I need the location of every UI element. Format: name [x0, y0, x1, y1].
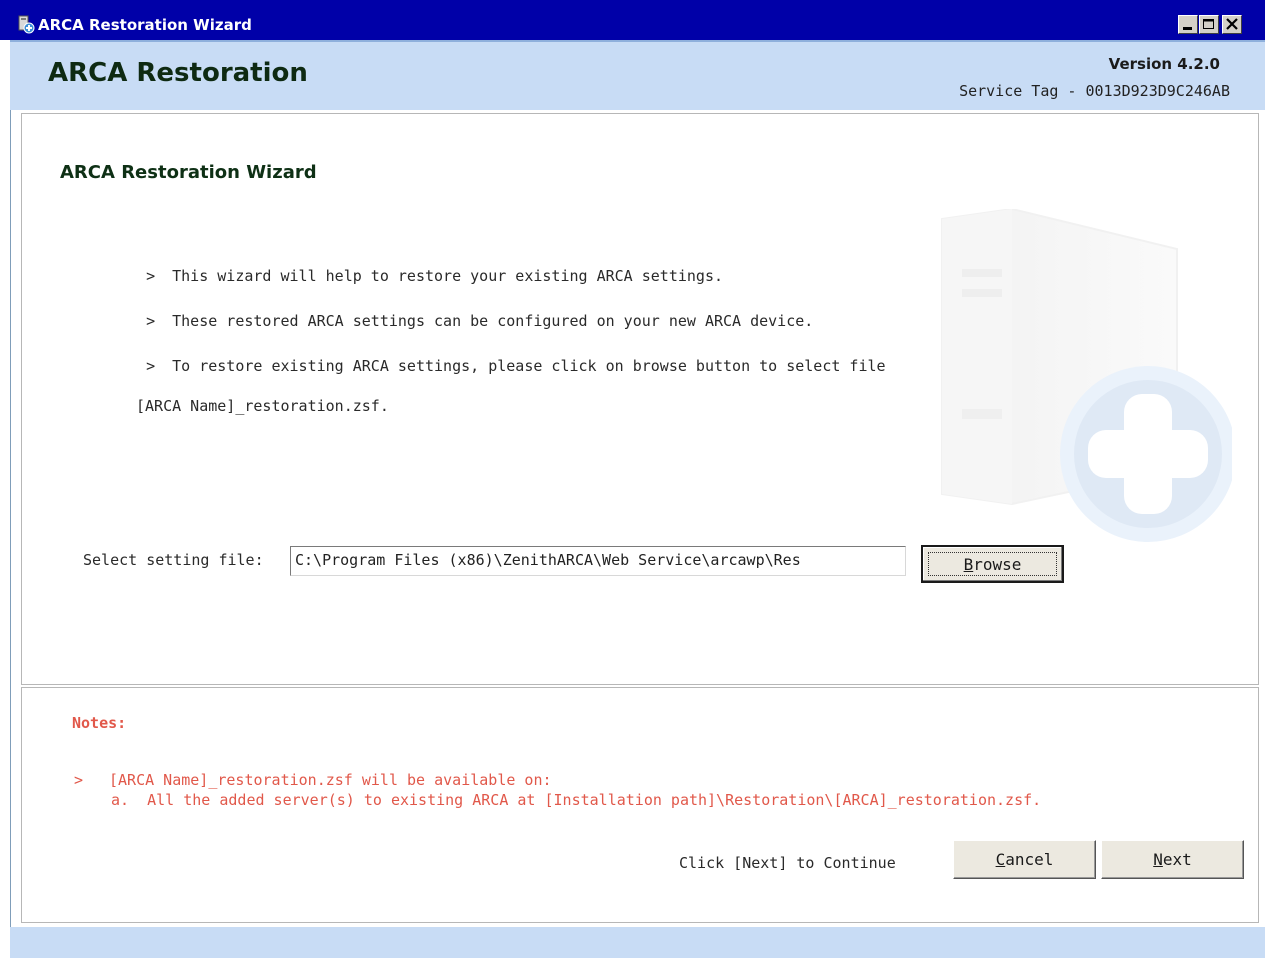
next-mnemonic: N	[1153, 850, 1163, 869]
bullet-arrow: >	[146, 312, 156, 330]
notes-panel: Notes: > [ARCA Name]_restoration.zsf will…	[21, 687, 1259, 923]
next-label-rest: ext	[1162, 850, 1192, 869]
browse-mnemonic: B	[963, 555, 974, 574]
cancel-mnemonic: C	[995, 850, 1006, 869]
select-setting-file-label: Select setting file:	[83, 551, 264, 569]
cancel-button[interactable]: Cancel	[953, 840, 1096, 879]
browse-label-rest: rowse	[973, 555, 1022, 574]
note-text: [ARCA Name]_restoration.zsf will be avai…	[109, 771, 552, 789]
status-band	[10, 927, 1265, 958]
service-tag-label: Service Tag - 0013D923D9C246AB	[959, 82, 1230, 100]
title-bar[interactable]: ARCA Restoration Wizard	[0, 0, 1265, 40]
version-label: Version 4.2.0	[1108, 55, 1220, 73]
bullet-item: > To restore existing ARCA settings, plea…	[110, 336, 886, 456]
window-frame	[10, 40, 11, 958]
bullet-text: These restored ARCA settings can be conf…	[172, 312, 814, 330]
window-title: ARCA Restoration Wizard	[38, 16, 252, 34]
note-subitem: a. All the added server(s) to existing A…	[111, 791, 1042, 809]
close-icon	[1226, 18, 1238, 30]
header-band: ARCA Restoration Version 4.2.0 Service T…	[10, 40, 1265, 110]
cancel-button-label: Cancel	[954, 850, 1095, 869]
app-title: ARCA Restoration	[48, 58, 308, 88]
wizard-app-icon	[18, 15, 35, 34]
bullet-arrow: >	[146, 267, 156, 285]
wizard-main-panel: ARCA Restoration Wizard > This wizard wil…	[21, 113, 1259, 685]
server-add-icon	[941, 209, 1232, 542]
browse-button-label: Browse	[923, 555, 1062, 574]
note-item: > [ARCA Name]_restoration.zsf will be ava…	[74, 770, 552, 790]
note-arrow: >	[74, 771, 84, 789]
minimize-icon	[1183, 27, 1192, 30]
bullet-text: To restore existing ARCA settings, pleas…	[172, 357, 886, 375]
browse-button[interactable]: Browse	[921, 545, 1064, 583]
setting-file-input[interactable]: C:\Program Files (x86)\ZenithARCA\Web Se…	[290, 546, 906, 576]
wizard-heading: ARCA Restoration Wizard	[60, 162, 317, 183]
cancel-label-rest: ancel	[1005, 850, 1054, 869]
maximize-button[interactable]	[1199, 15, 1219, 34]
next-button[interactable]: Next	[1101, 840, 1244, 879]
notes-title: Notes:	[72, 714, 127, 732]
next-button-label: Next	[1102, 850, 1243, 869]
bullet-text: This wizard will help to restore your ex…	[172, 267, 724, 285]
bullet-continuation: [ARCA Name]_restoration.zsf.	[136, 397, 389, 415]
close-button[interactable]	[1222, 15, 1242, 34]
bullet-arrow: >	[146, 357, 156, 375]
continue-hint: Click [Next] to Continue	[679, 854, 896, 872]
minimize-button[interactable]	[1178, 15, 1198, 34]
maximize-icon	[1203, 19, 1214, 29]
